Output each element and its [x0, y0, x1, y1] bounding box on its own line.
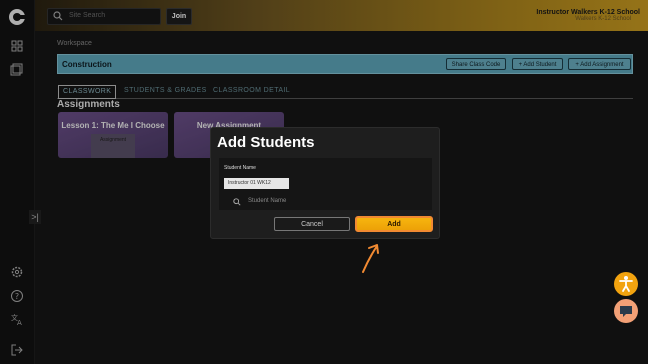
- dialog-title: Add Students: [217, 134, 315, 151]
- add-button[interactable]: Add: [355, 216, 433, 232]
- cancel-button[interactable]: Cancel: [274, 217, 350, 231]
- pointer-arrow-icon: [362, 244, 379, 273]
- chat-icon: [620, 306, 632, 317]
- chat-button[interactable]: [614, 299, 638, 323]
- student-picker: Student Name Instructor 01 WK12 Student …: [219, 158, 432, 210]
- search-icon: [233, 198, 241, 206]
- add-students-dialog: Add Students Student Name Instructor 01 …: [210, 127, 440, 239]
- selected-student-chip[interactable]: Instructor 01 WK12: [224, 178, 289, 189]
- student-name-input[interactable]: Student Name: [248, 198, 286, 204]
- accessibility-button[interactable]: [614, 272, 638, 296]
- student-name-label: Student Name: [224, 165, 256, 171]
- accessibility-icon: [619, 276, 633, 292]
